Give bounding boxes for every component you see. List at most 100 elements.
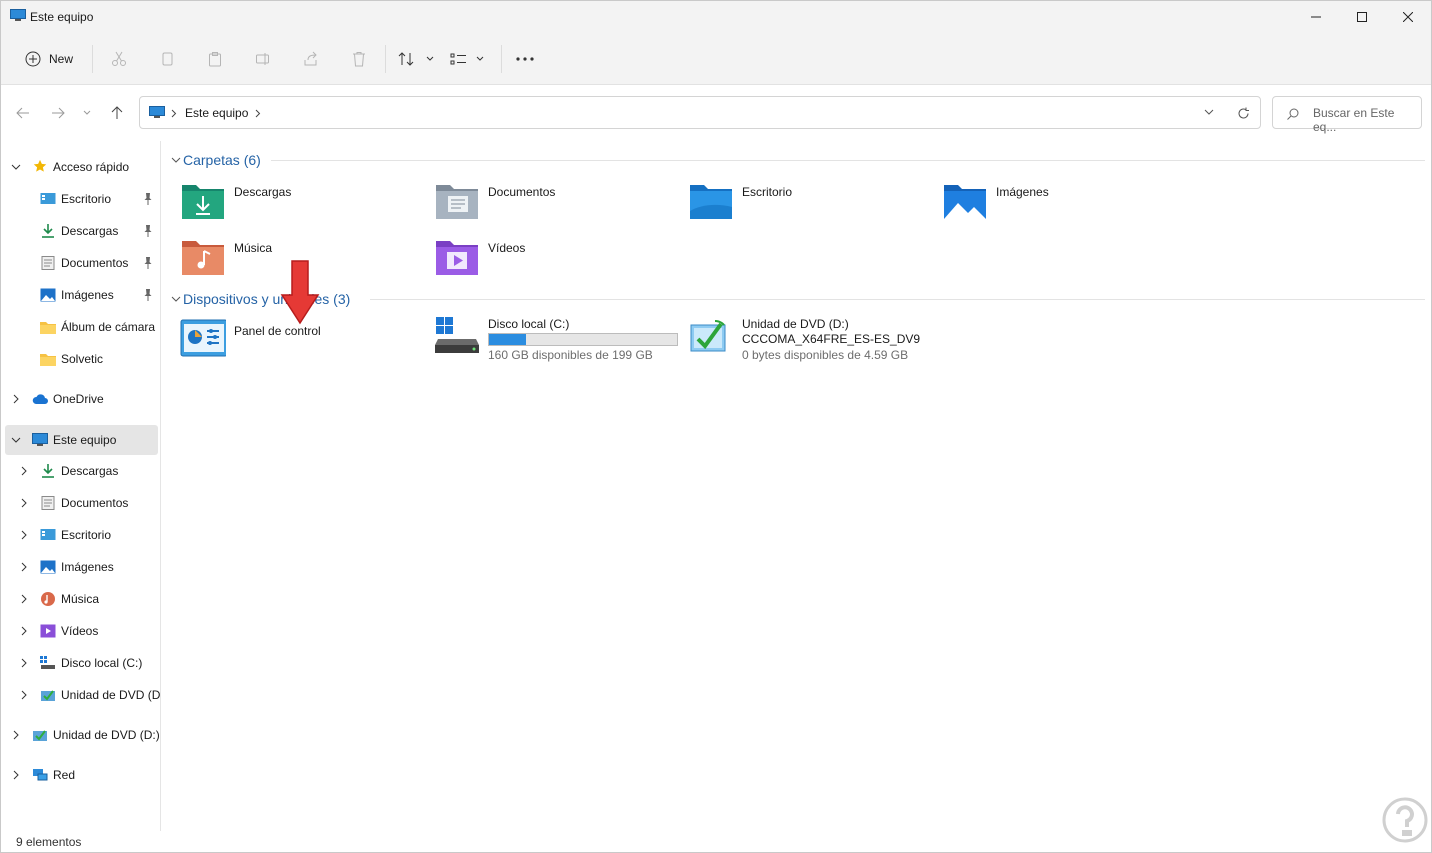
command-bar: New: [1, 33, 1431, 85]
chevron-down-icon[interactable]: [1204, 109, 1214, 116]
chevron-right-icon[interactable]: [19, 657, 29, 669]
folder-tile-videos[interactable]: Vídeos: [434, 237, 684, 281]
delete-button[interactable]: [345, 43, 373, 75]
chevron-right-icon[interactable]: [19, 529, 29, 541]
pin-icon: [144, 289, 152, 301]
sidebar-item-imagenes[interactable]: Imágenes: [1, 280, 160, 310]
chevron-right-icon[interactable]: [19, 689, 29, 701]
delete-icon: [353, 52, 365, 67]
group-header-folders[interactable]: Carpetas (6): [168, 149, 1425, 171]
folder-tile-documentos[interactable]: Documentos: [434, 181, 684, 225]
sidebar-item-pc-videos[interactable]: Vídeos: [1, 616, 160, 646]
music-icon: [41, 592, 55, 606]
paste-button[interactable]: [201, 43, 229, 75]
content-pane: Carpetas (6) Descargas Documentos Escrit…: [162, 141, 1431, 831]
sidebar-item-pc-musica[interactable]: Música: [1, 584, 160, 614]
close-button[interactable]: [1385, 1, 1431, 33]
refresh-icon: [1238, 107, 1249, 118]
up-button[interactable]: [105, 102, 129, 124]
chevron-down-icon[interactable]: [170, 293, 182, 305]
chevron-right-icon[interactable]: [11, 769, 21, 781]
tile-name: Disco local (C:): [488, 317, 570, 331]
sidebar-item-dvd[interactable]: Unidad de DVD (D:): [1, 720, 160, 750]
maximize-button[interactable]: [1339, 1, 1385, 33]
device-tile-panel-de-control[interactable]: Panel de control: [180, 319, 430, 363]
sidebar-item-label: Vídeos: [61, 624, 99, 638]
sidebar-item-pc-dvd[interactable]: Unidad de DVD (D:: [1, 680, 160, 710]
pictures-icon: [40, 560, 56, 574]
sort-icon: [398, 52, 434, 66]
sidebar-item-label: Escritorio: [61, 528, 112, 542]
tile-name: Imágenes: [996, 185, 1049, 199]
chevron-right-icon[interactable]: [19, 497, 29, 509]
sidebar-item-solvetic[interactable]: Solvetic: [1, 344, 160, 374]
dvd-volume-label: CCCOMA_X64FRE_ES-ES_DV9: [742, 332, 921, 346]
cut-button[interactable]: [105, 43, 133, 75]
rename-button[interactable]: [249, 43, 277, 75]
plus-icon: [25, 51, 41, 67]
folder-tile-imagenes[interactable]: Imágenes: [942, 181, 1192, 225]
music-folder-icon: [182, 241, 224, 275]
share-button[interactable]: [297, 43, 325, 75]
sidebar-item-onedrive[interactable]: OneDrive: [1, 384, 160, 414]
folder-tile-escritorio[interactable]: Escritorio: [688, 181, 938, 225]
chevron-right-icon[interactable]: [19, 625, 29, 637]
sidebar-item-pc-documentos[interactable]: Documentos: [1, 488, 160, 518]
tile-name: Documentos: [488, 185, 556, 199]
maximize-icon: [1357, 12, 1367, 22]
group-header-devices[interactable]: Dispositivos y unidades (3): [168, 288, 1425, 310]
tile-name: Unidad de DVD (D:): [742, 317, 849, 331]
sidebar-item-red[interactable]: Red: [1, 760, 160, 790]
device-tile-dvd[interactable]: Unidad de DVD (D:) CCCOMA_X64FRE_ES-ES_D…: [688, 317, 938, 365]
sort-button[interactable]: [397, 43, 437, 75]
sidebar-item-este-equipo[interactable]: Este equipo: [5, 425, 158, 455]
disk-usage-fill: [489, 334, 526, 345]
chevron-down-icon[interactable]: [11, 434, 21, 446]
refresh-button[interactable]: [1233, 103, 1253, 123]
sidebar-item-escritorio[interactable]: Escritorio: [1, 184, 160, 214]
sidebar-item-pc-escritorio[interactable]: Escritorio: [1, 520, 160, 550]
minimize-button[interactable]: [1293, 1, 1339, 33]
device-tile-disco-local[interactable]: Disco local (C:) 160 GB disponibles de 1…: [434, 317, 684, 362]
chevron-right-icon[interactable]: [11, 393, 21, 405]
chevron-down-icon[interactable]: [11, 161, 21, 173]
sidebar-item-label: Documentos: [61, 256, 129, 270]
chevron-right-icon[interactable]: [19, 593, 29, 605]
back-button[interactable]: [11, 102, 35, 124]
tile-name: Descargas: [234, 185, 292, 199]
sidebar-item-quick-access[interactable]: Acceso rápido: [1, 152, 160, 182]
search-box[interactable]: Buscar en Este eq...: [1272, 96, 1422, 134]
new-button[interactable]: New: [17, 43, 81, 75]
chevron-down-icon[interactable]: [170, 154, 182, 166]
sidebar-item-documentos[interactable]: Documentos: [1, 248, 160, 278]
view-icon: [450, 53, 484, 65]
sidebar-item-descargas[interactable]: Descargas: [1, 216, 160, 246]
group-divider: [370, 299, 1425, 300]
chevron-right-icon[interactable]: [11, 729, 21, 741]
documents-folder-icon: [436, 185, 478, 219]
view-button[interactable]: [449, 43, 489, 75]
sidebar-item-label: Acceso rápido: [53, 160, 130, 174]
sidebar-item-album-camara[interactable]: Álbum de cámara: [1, 312, 160, 342]
toolbar-divider: [92, 45, 93, 73]
address-bar[interactable]: Este equipo: [139, 96, 1261, 129]
folder-tile-descargas[interactable]: Descargas: [180, 181, 430, 225]
chevron-right-icon[interactable]: [19, 465, 29, 477]
breadcrumb-chevron-icon[interactable]: [255, 109, 261, 118]
sidebar-item-label: Unidad de DVD (D:): [53, 728, 160, 742]
toolbar-divider: [501, 45, 502, 73]
recent-locations-button[interactable]: [77, 102, 97, 124]
disk-usage-bar: [488, 333, 678, 346]
sidebar-item-pc-imagenes[interactable]: Imágenes: [1, 552, 160, 582]
sidebar-item-label: Unidad de DVD (D:: [61, 688, 160, 702]
sidebar-item-label: Descargas: [61, 224, 119, 238]
forward-button[interactable]: [46, 102, 70, 124]
breadcrumb-item[interactable]: Este equipo: [185, 106, 248, 120]
chevron-right-icon[interactable]: [19, 561, 29, 573]
sidebar-item-pc-disco-local[interactable]: Disco local (C:): [1, 648, 160, 678]
share-icon: [304, 51, 317, 66]
copy-button[interactable]: [153, 43, 181, 75]
sidebar-item-label: Disco local (C:): [61, 656, 143, 670]
sidebar-item-pc-descargas[interactable]: Descargas: [1, 456, 160, 486]
more-options-button[interactable]: [511, 43, 539, 75]
